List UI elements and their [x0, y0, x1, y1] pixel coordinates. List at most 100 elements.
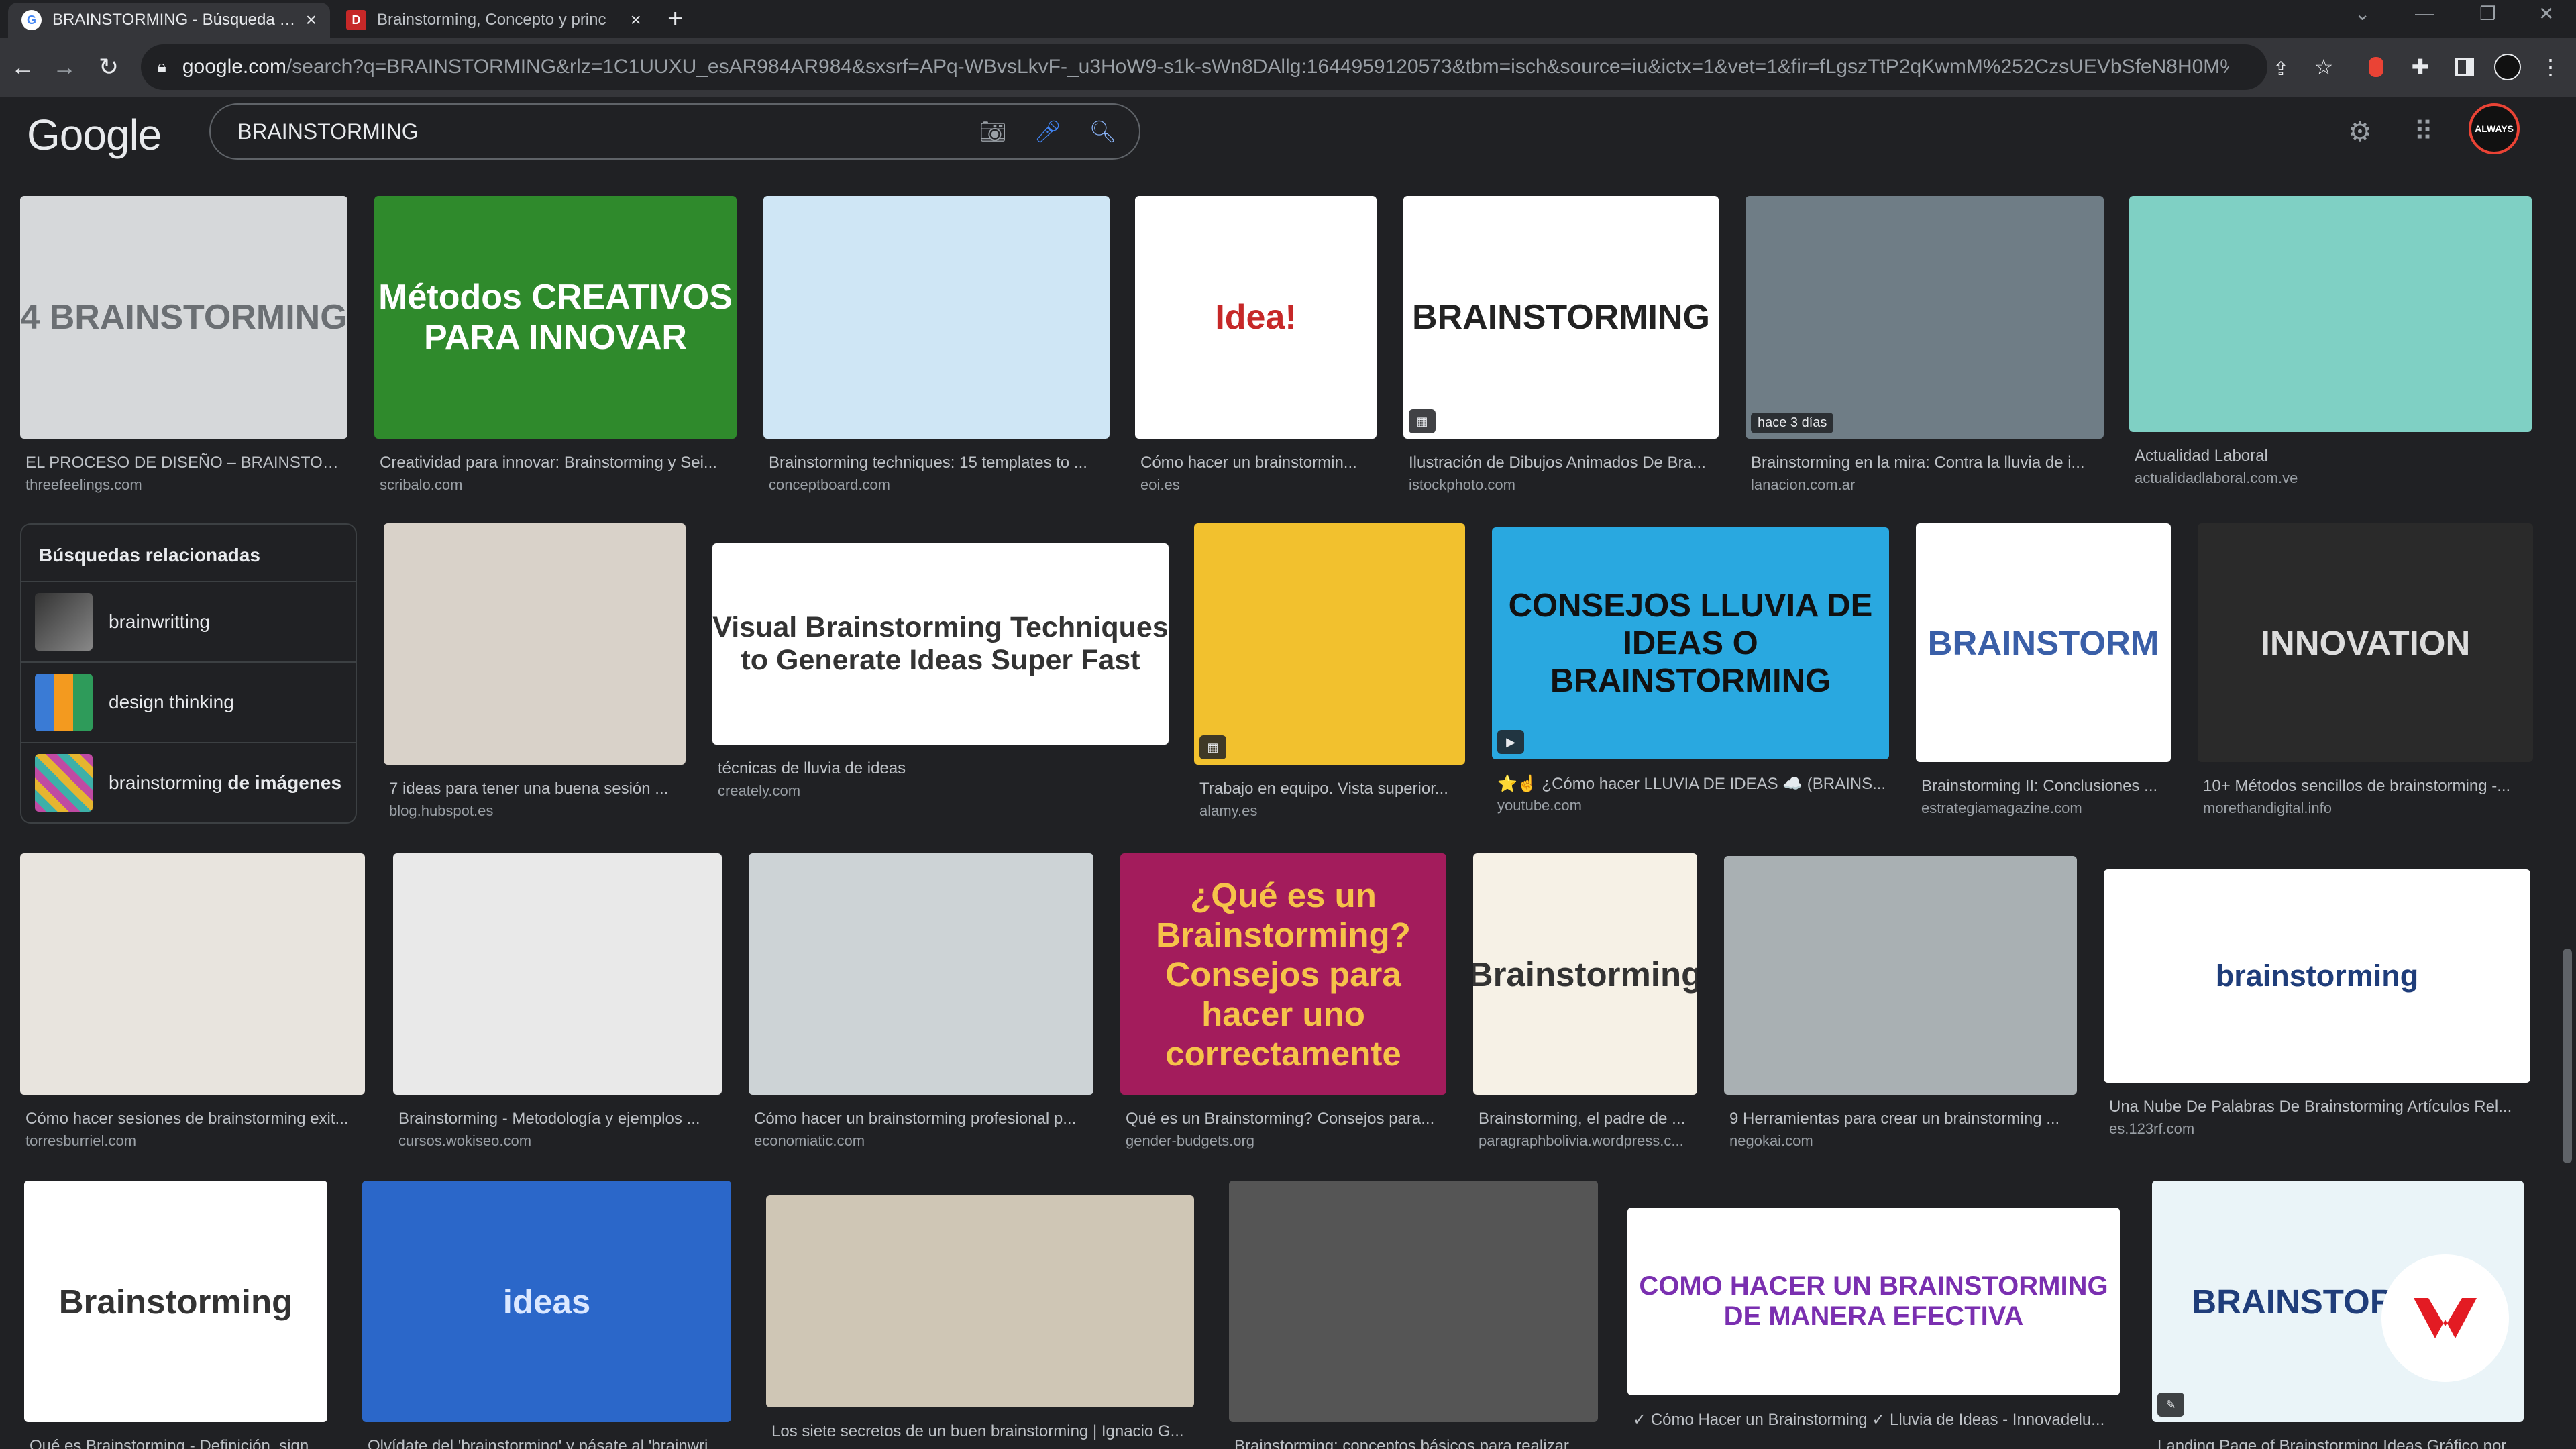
result-caption[interactable]: Cómo hacer un brainstormin... [1140, 453, 1377, 472]
result-caption[interactable]: Landing Page of Brainstorming Ideas Gráf… [2157, 1437, 2524, 1449]
extension-red-icon[interactable] [2361, 52, 2391, 82]
lock-icon[interactable]: 🔒︎ [157, 56, 166, 78]
microphone-icon[interactable]: 🎤︎ [1029, 119, 1067, 144]
close-tab-icon[interactable]: × [631, 9, 641, 31]
result-caption[interactable]: Los siete secretos de un buen brainstorm… [771, 1422, 1194, 1441]
result-caption[interactable]: Brainstorming, el padre de ... [1479, 1110, 1697, 1128]
result-caption[interactable]: Olvídate del 'brainstorming' y pásate al… [368, 1437, 731, 1449]
result-thumbnail[interactable]: Idea! [1135, 196, 1377, 439]
related-item-design-thinking[interactable]: design thinking [21, 661, 356, 742]
image-result[interactable]: BRAINSTORMING ▦ Ilustración de Dibujos Ani… [1403, 196, 1719, 493]
image-result[interactable]: Brainstorming Qué es Brainstorming - Defi… [24, 1181, 327, 1449]
image-result[interactable]: Brainstorming techniques: 15 templates t… [763, 196, 1110, 493]
result-caption[interactable]: 9 Herramientas para crear un brainstormi… [1729, 1110, 2077, 1128]
image-result[interactable]: 7 ideas para tener una buena sesión ... b… [384, 523, 686, 819]
bookmark-star-icon[interactable]: ☆ [2309, 52, 2339, 82]
image-result[interactable]: Métodos CREATIVOS PARA INNOVAR Creativida… [374, 196, 737, 493]
result-thumbnail[interactable] [20, 853, 365, 1095]
scrollbar-thumb[interactable] [2563, 949, 2572, 1163]
result-caption[interactable]: Actualidad Laboral [2135, 447, 2532, 466]
image-result[interactable]: BRAINSTORM Brainstorming II: Conclusiones… [1916, 523, 2171, 816]
result-thumbnail[interactable] [766, 1195, 1194, 1407]
search-icon[interactable]: 🔍︎ [1084, 119, 1122, 144]
close-tab-icon[interactable]: × [306, 9, 317, 31]
result-thumbnail[interactable]: hace 3 días [1746, 196, 2104, 439]
result-thumbnail[interactable]: ¿Qué es un Brainstorming? Consejos para … [1120, 853, 1446, 1095]
image-result[interactable]: Brainstorming - Metodología y ejemplos .… [393, 853, 722, 1149]
result-caption[interactable]: 7 ideas para tener una buena sesión ... [389, 780, 686, 798]
result-caption[interactable]: técnicas de lluvia de ideas [718, 759, 1169, 778]
result-caption[interactable]: Trabajo en equipo. Vista superior... [1199, 780, 1465, 798]
result-caption[interactable]: 10+ Métodos sencillos de brainstorming -… [2203, 777, 2533, 796]
result-caption[interactable]: EL PROCESO DE DISEÑO – BRAINSTOR... [25, 453, 347, 472]
image-result[interactable]: INNOVATION 10+ Métodos sencillos de brain… [2198, 523, 2533, 816]
result-thumbnail[interactable]: brainstorming [2104, 869, 2530, 1083]
image-result[interactable]: 9 Herramientas para crear un brainstormi… [1724, 856, 2077, 1149]
image-result[interactable]: brainstorming Una Nube De Palabras De Bra… [2104, 869, 2530, 1137]
result-thumbnail[interactable]: Visual Brainstorming Techniques to Gener… [712, 543, 1169, 745]
result-caption[interactable]: Brainstorming II: Conclusiones ... [1921, 777, 2171, 796]
image-result[interactable]: COMO HACER UN BRAINSTORMING DE MANERA EF… [1627, 1208, 2120, 1449]
account-avatar[interactable]: ALWAYS [2469, 103, 2520, 154]
page-scrollbar[interactable] [2557, 97, 2576, 1449]
result-caption[interactable]: Brainstorming - Metodología y ejemplos .… [398, 1110, 722, 1128]
result-caption[interactable]: Una Nube De Palabras De Brainstorming Ar… [2109, 1097, 2530, 1116]
result-thumbnail[interactable]: Métodos CREATIVOS PARA INNOVAR [374, 196, 737, 439]
result-thumbnail[interactable]: COMO HACER UN BRAINSTORMING DE MANERA EF… [1627, 1208, 2120, 1395]
search-box[interactable]: BRAINSTORMING 📷︎ 🎤︎ 🔍︎ [209, 103, 1140, 160]
image-result[interactable]: Idea! Cómo hacer un brainstormin... eoi.es [1135, 196, 1377, 493]
result-thumbnail[interactable] [1229, 1181, 1598, 1422]
extensions-puzzle-icon[interactable]: ✚ [2406, 52, 2435, 82]
result-thumbnail[interactable]: ▦ [1194, 523, 1465, 765]
image-result[interactable]: Brainstorming Brainstorming, el padre de … [1473, 853, 1697, 1149]
forward-icon[interactable]: → [46, 48, 83, 86]
menu-kebab-icon[interactable]: ⋮ [2536, 52, 2565, 82]
image-result[interactable]: ideas Olvídate del 'brainstorming' y pása… [362, 1181, 731, 1449]
side-panel-icon[interactable] [2450, 52, 2479, 82]
minimize-icon[interactable]: — [2415, 3, 2434, 24]
result-caption[interactable]: Brainstorming: conceptos básicos para re… [1234, 1437, 1598, 1449]
profile-icon[interactable] [2493, 52, 2522, 82]
result-thumbnail[interactable]: BRAINSTORM [1916, 523, 2171, 762]
close-window-icon[interactable]: ✕ [2538, 3, 2554, 25]
camera-icon[interactable]: 📷︎ [974, 119, 1012, 144]
result-thumbnail[interactable] [2129, 196, 2532, 432]
result-caption[interactable]: Ilustración de Dibujos Animados De Bra..… [1409, 453, 1719, 472]
result-thumbnail[interactable]: Brainstorming [24, 1181, 327, 1422]
result-caption[interactable]: Cómo hacer sesiones de brainstorming exi… [25, 1110, 365, 1128]
settings-gear-icon[interactable]: ⚙ [2348, 117, 2372, 148]
share-icon[interactable]: ⇪ [2266, 54, 2296, 83]
result-thumbnail[interactable]: ideas [362, 1181, 731, 1422]
tab-google-search[interactable]: G BRAINSTORMING - Búsqueda de × [8, 3, 330, 38]
image-result[interactable]: Brainstorming: conceptos básicos para re… [1229, 1181, 1598, 1449]
result-thumbnail[interactable]: BRAINSTORMING ▦ [1403, 196, 1719, 439]
related-item-brainwritting[interactable]: brainwritting [21, 581, 356, 661]
image-result[interactable]: Actualidad Laboral actualidadlaboral.com.… [2129, 196, 2532, 486]
result-caption[interactable]: ⭐☝️ ¿Cómo hacer LLUVIA DE IDEAS ☁️ (BRAI… [1497, 774, 1889, 794]
image-result[interactable]: Cómo hacer sesiones de brainstorming exi… [20, 853, 365, 1149]
result-thumbnail[interactable]: 4 BRAINSTORMING [20, 196, 347, 439]
result-caption[interactable]: Cómo hacer un brainstorming profesional … [754, 1110, 1093, 1128]
result-caption[interactable]: Creatividad para innovar: Brainstorming … [380, 453, 737, 472]
image-result[interactable]: hace 3 días Brainstorming en la mira: Con… [1746, 196, 2104, 493]
restore-icon[interactable]: ❐ [2479, 3, 2496, 25]
result-caption[interactable]: Qué es un Brainstorming? Consejos para..… [1126, 1110, 1446, 1128]
result-thumbnail[interactable]: Brainstorming [1473, 853, 1697, 1095]
result-thumbnail[interactable]: CONSEJOS LLUVIA DE IDEAS O BRAINSTORMING… [1492, 527, 1889, 759]
result-thumbnail[interactable]: INNOVATION [2198, 523, 2533, 762]
result-thumbnail[interactable] [393, 853, 722, 1095]
search-input[interactable]: BRAINSTORMING [237, 119, 974, 144]
result-caption[interactable]: Qué es Brainstorming - Definición, sign.… [30, 1437, 327, 1449]
new-tab-icon[interactable]: + [667, 5, 683, 32]
image-result[interactable]: ▦ Trabajo en equipo. Vista superior... ala… [1194, 523, 1465, 819]
address-bar[interactable]: 🔒︎ google.com/search?q=BRAINSTORMING&rlz… [141, 44, 2267, 90]
reload-icon[interactable]: ↻ [90, 48, 127, 86]
result-caption[interactable]: ✓ Cómo Hacer un Brainstorming ✓ Lluvia d… [1633, 1410, 2120, 1430]
result-caption[interactable]: Brainstorming techniques: 15 templates t… [769, 453, 1110, 472]
floating-brand-button[interactable] [2381, 1254, 2509, 1382]
image-result[interactable]: Los siete secretos de un buen brainstorm… [766, 1195, 1194, 1449]
result-thumbnail[interactable] [763, 196, 1110, 439]
result-caption[interactable]: Brainstorming en la mira: Contra la lluv… [1751, 453, 2104, 472]
result-thumbnail[interactable] [749, 853, 1093, 1095]
result-thumbnail[interactable] [384, 523, 686, 765]
